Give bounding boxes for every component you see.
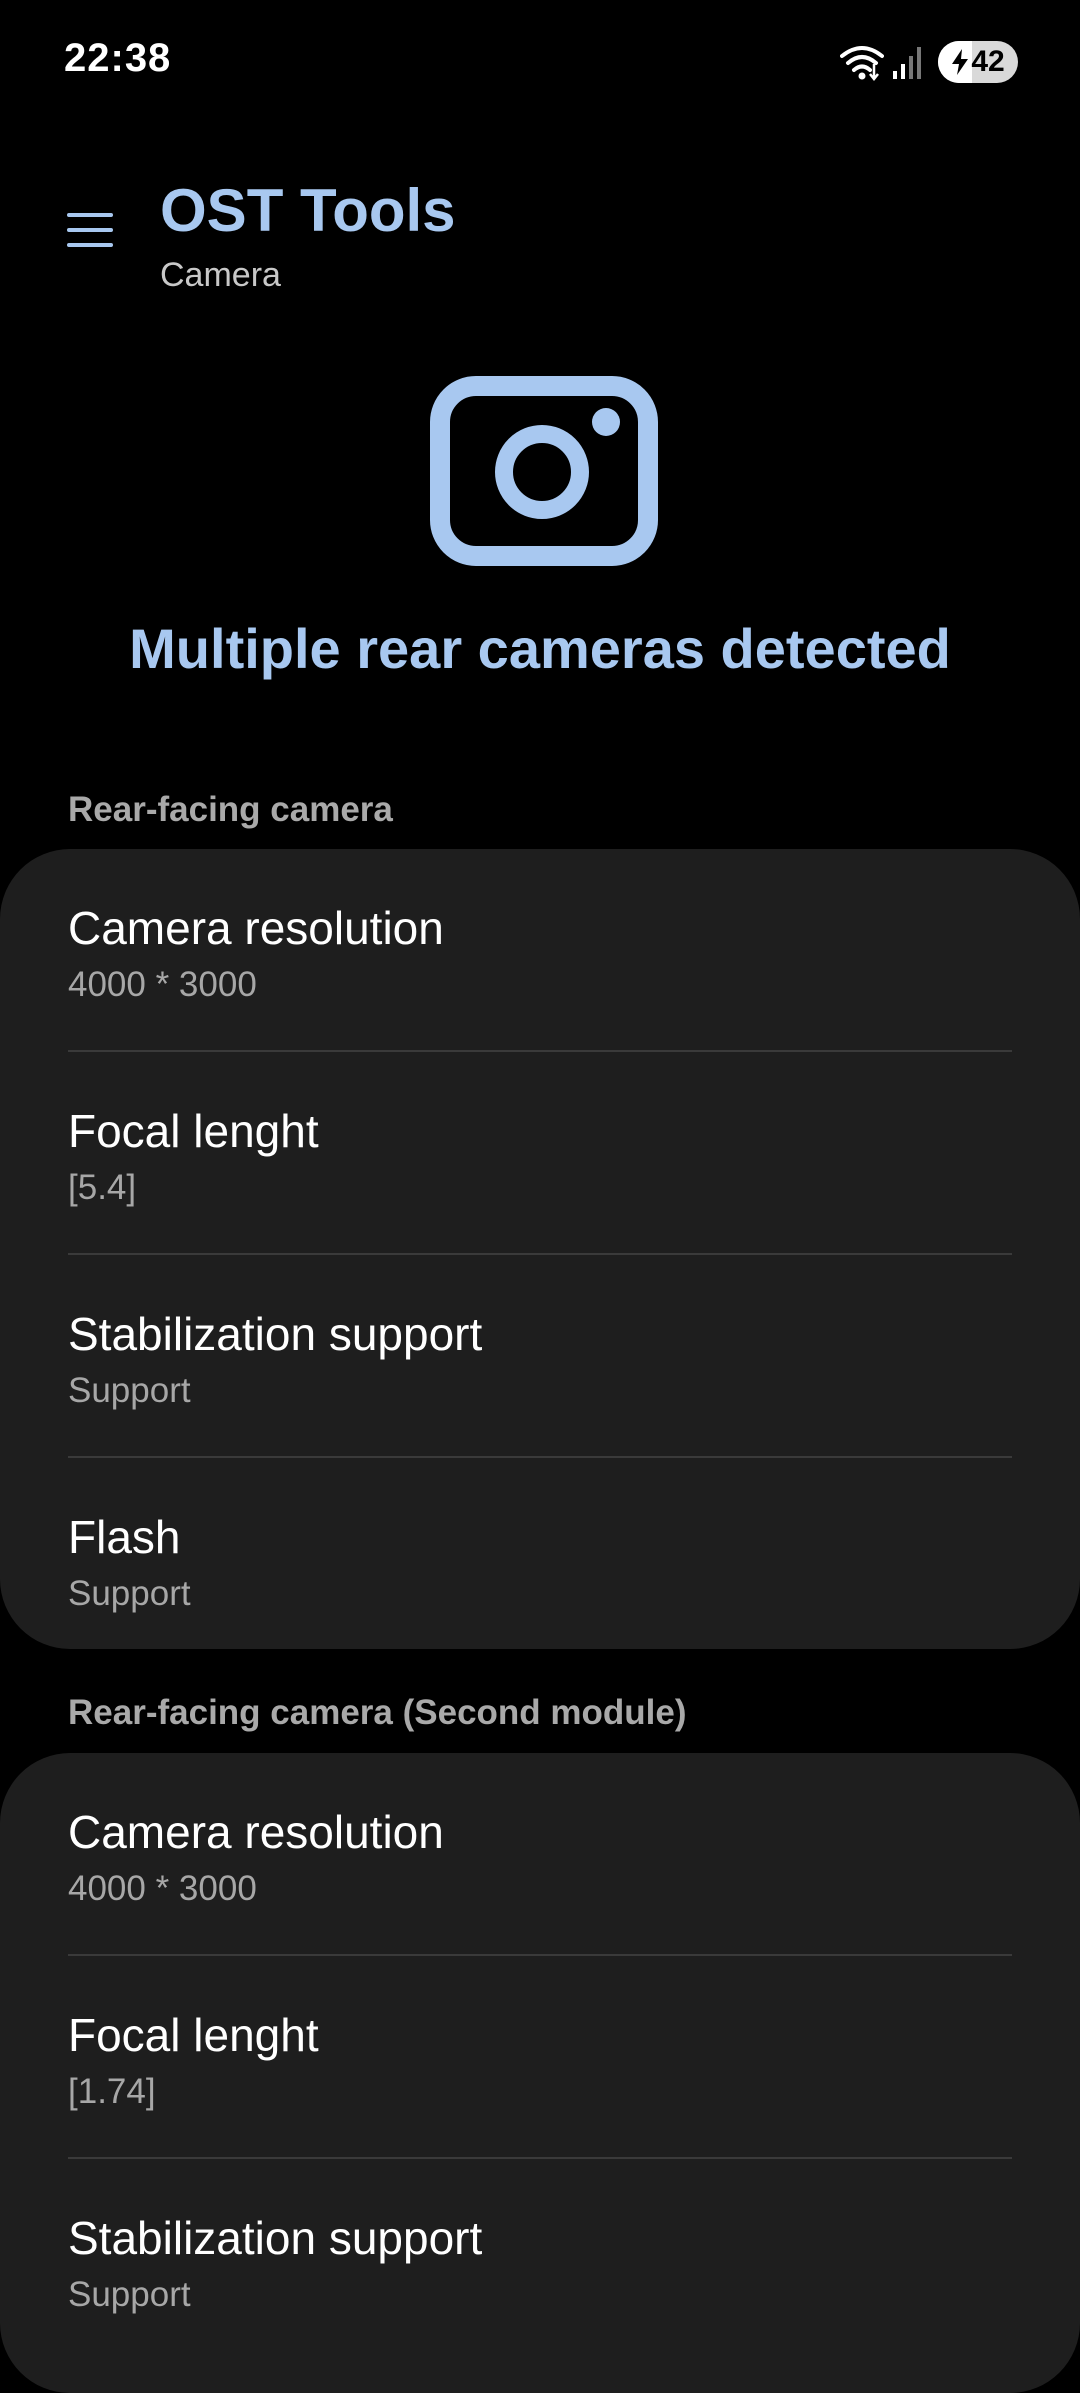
second-module-card: Camera resolution 4000 * 3000 Focal leng… [0, 1753, 1080, 2393]
item-value: 4000 * 3000 [68, 965, 257, 1004]
battery-indicator: 42 [938, 41, 1018, 83]
item-title: Focal lenght [68, 2009, 319, 2061]
signal-icon [893, 47, 921, 79]
status-time: 22:38 [64, 36, 172, 80]
item-title: Stabilization support [68, 2212, 483, 2264]
page-subtitle: Camera [160, 256, 281, 294]
status-bar: 22:38 42 [0, 0, 1080, 120]
wifi-icon [840, 46, 884, 82]
list-item-camera-resolution[interactable]: Camera resolution 4000 * 3000 [68, 1753, 1012, 1954]
section-label-second-module: Rear-facing camera (Second module) [68, 1693, 687, 1732]
item-title: Focal lenght [68, 1105, 319, 1157]
battery-percent: 42 [971, 45, 1005, 78]
charging-bolt-icon [952, 49, 969, 75]
list-item-stabilization-support[interactable]: Stabilization support Support [68, 2159, 1012, 2360]
list-item-focal-length[interactable]: Focal lenght [5.4] [68, 1052, 1012, 1253]
item-value: Support [68, 1371, 191, 1410]
hamburger-menu-icon [67, 213, 113, 247]
list-item-camera-resolution[interactable]: Camera resolution 4000 * 3000 [68, 849, 1012, 1050]
list-item-flash[interactable]: Flash Support [68, 1458, 1012, 1649]
item-title: Camera resolution [68, 902, 444, 954]
menu-button[interactable] [60, 200, 120, 260]
list-item-stabilization-support[interactable]: Stabilization support Support [68, 1255, 1012, 1456]
item-title: Flash [68, 1511, 181, 1563]
item-title: Stabilization support [68, 1308, 483, 1360]
status-icons: 42 [840, 40, 1018, 84]
section-label-rear-camera: Rear-facing camera [68, 790, 393, 829]
item-value: Support [68, 2275, 191, 2314]
item-title: Camera resolution [68, 1806, 444, 1858]
app-title: OST Tools [160, 177, 456, 244]
item-value: [1.74] [68, 2072, 156, 2111]
item-value: 4000 * 3000 [68, 1869, 257, 1908]
rear-camera-card: Camera resolution 4000 * 3000 Focal leng… [0, 849, 1080, 1649]
item-value: Support [68, 1574, 191, 1613]
detection-message: Multiple rear cameras detected [129, 617, 951, 680]
list-item-focal-length[interactable]: Focal lenght [1.74] [68, 1956, 1012, 2157]
item-value: [5.4] [68, 1168, 137, 1207]
camera-icon [430, 376, 658, 566]
